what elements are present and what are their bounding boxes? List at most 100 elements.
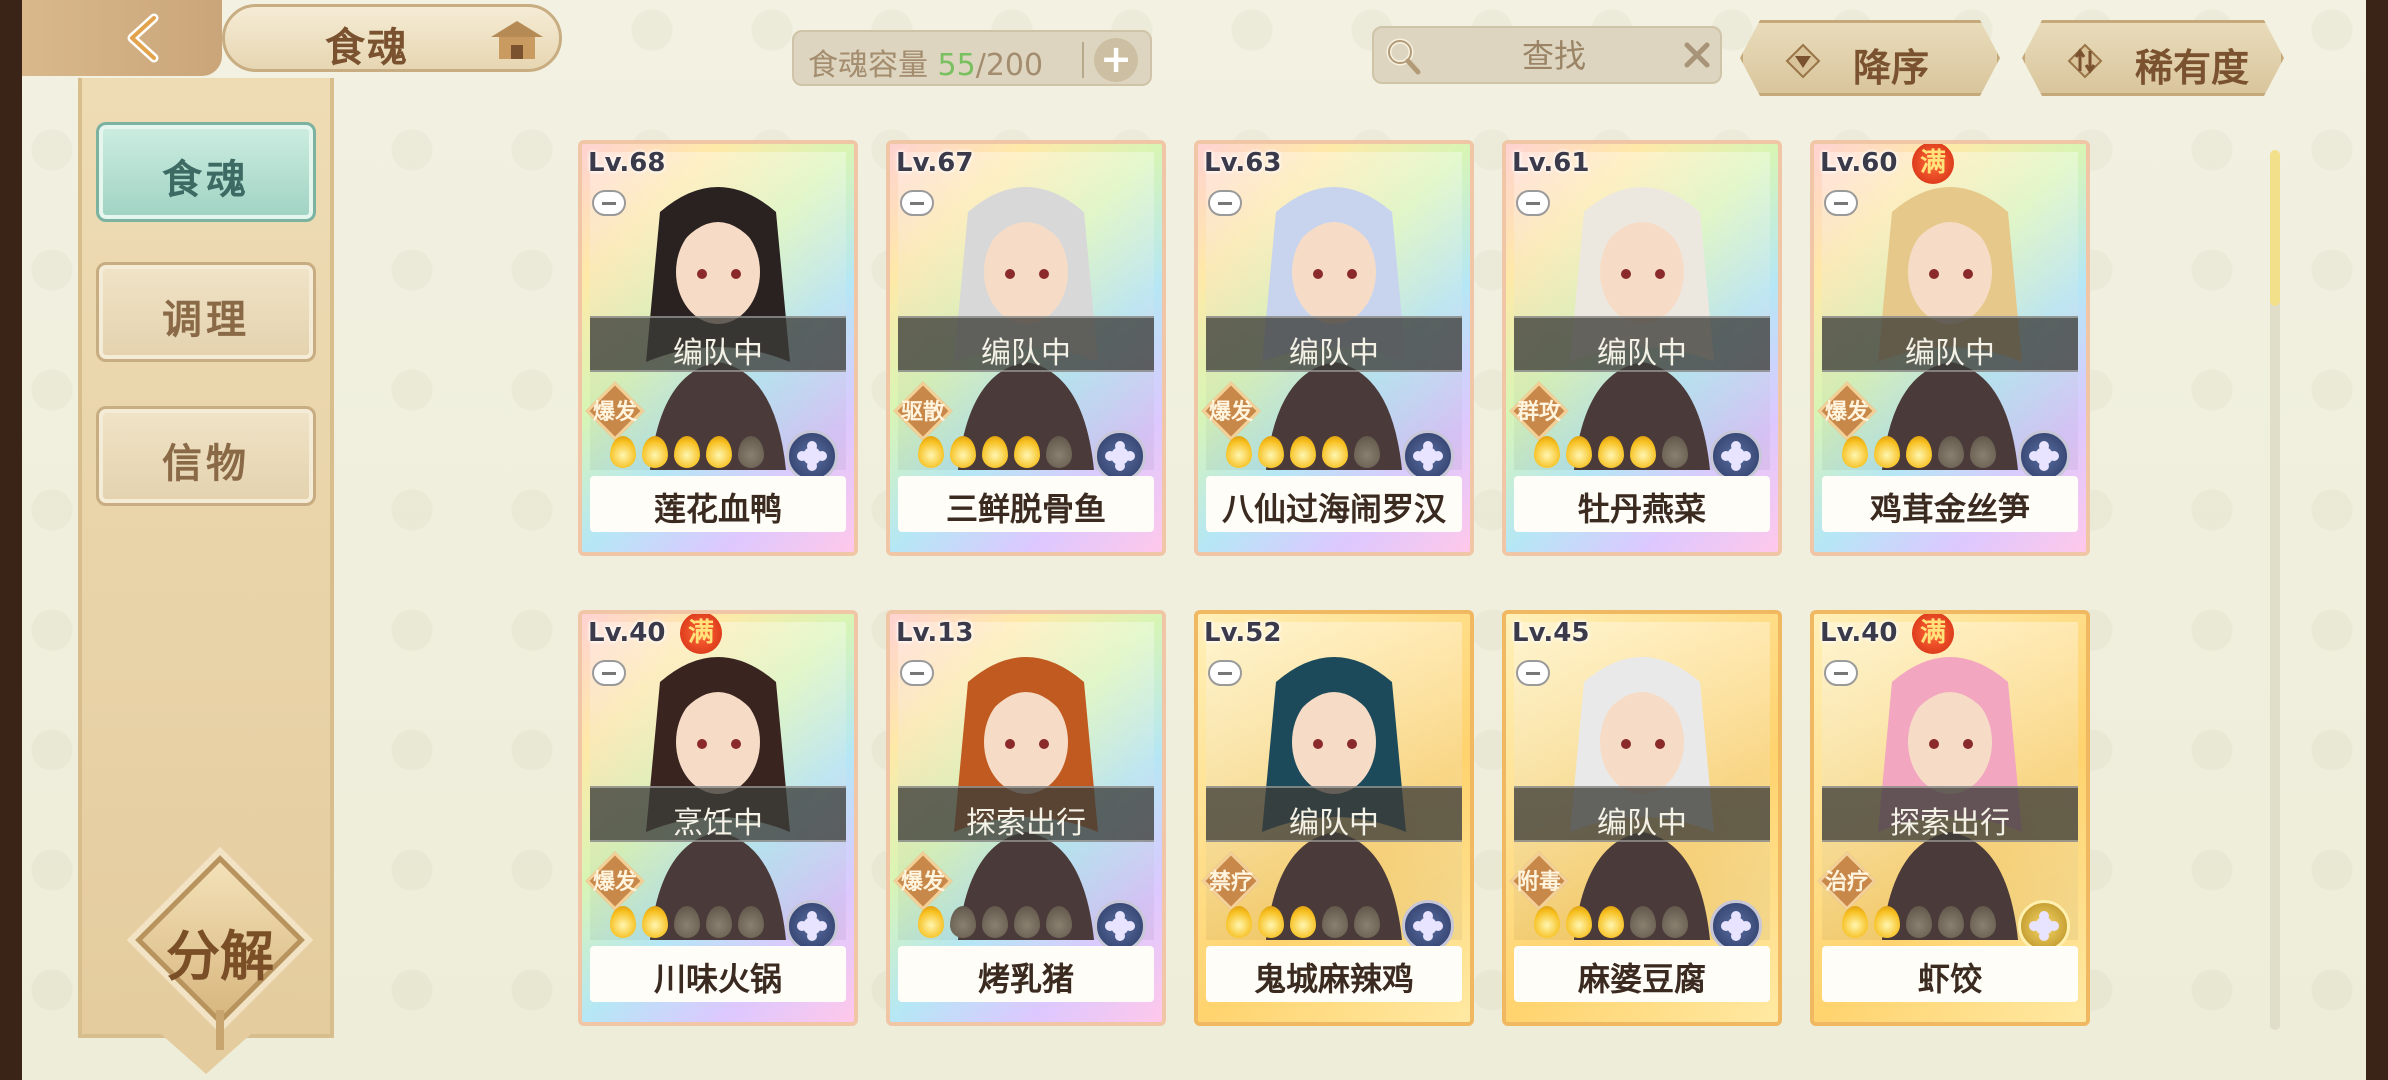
title-tab: 食魂 xyxy=(222,4,562,72)
food-soul-card[interactable]: Lv.60 满编队中 爆发 鸡茸金丝笋 xyxy=(1810,140,2090,556)
decompose-label: 分解 xyxy=(166,924,274,988)
status-text: 编队中 xyxy=(981,336,1071,371)
flame-star-icon xyxy=(982,436,1008,468)
minus-icon xyxy=(1516,660,1550,686)
status-text: 探索出行 xyxy=(966,806,1086,841)
role-badge: 群攻 xyxy=(1508,380,1570,442)
role-label: 爆发 xyxy=(1208,400,1253,425)
sort-rarity-label: 稀有度 xyxy=(2135,45,2250,90)
status-text: 编队中 xyxy=(1289,336,1379,371)
capacity-divider xyxy=(1082,42,1084,78)
flame-star-icon xyxy=(1014,436,1040,468)
sort-order-label: 降序 xyxy=(1853,45,1930,90)
capacity-add-button[interactable]: + xyxy=(1094,38,1138,82)
flame-star-icon xyxy=(1938,436,1964,468)
food-soul-card[interactable]: Lv.67 编队中 驱散 三鲜脱骨鱼 xyxy=(886,140,1166,556)
role-label: 爆发 xyxy=(592,870,637,895)
flame-star-icon xyxy=(674,906,700,938)
flame-star-icon xyxy=(642,436,668,468)
role-label: 驱散 xyxy=(900,400,945,425)
tab-tokens[interactable]: 信物 xyxy=(96,406,316,506)
food-soul-name: 烤乳猪 xyxy=(977,960,1074,998)
house-icon[interactable] xyxy=(487,15,547,65)
flame-star-icon xyxy=(1906,906,1932,938)
tab-label: 调理 xyxy=(162,296,250,343)
flame-star-icon xyxy=(1014,906,1040,938)
status-band: 编队中 xyxy=(1206,786,1462,842)
sort-rarity-button[interactable]: 稀有度 xyxy=(2022,20,2284,96)
status-band: 探索出行 xyxy=(898,786,1154,842)
food-soul-name: 麻婆豆腐 xyxy=(1577,960,1706,998)
minus-icon xyxy=(592,190,626,216)
flame-star-icon xyxy=(610,906,636,938)
full-badge: 满 xyxy=(680,614,722,654)
flame-star-icon xyxy=(1226,436,1252,468)
flame-star-icon xyxy=(1354,906,1380,938)
level-label: Lv.61 xyxy=(1512,148,1590,178)
element-icon xyxy=(1402,430,1454,482)
tab-food-souls[interactable]: 食魂 xyxy=(96,122,316,222)
capacity-max: /200 xyxy=(975,48,1044,83)
back-button[interactable] xyxy=(22,0,222,76)
scroll-thumb[interactable] xyxy=(2270,150,2280,306)
name-plate: 川味火锅 xyxy=(590,946,846,1002)
minus-icon xyxy=(592,660,626,686)
flame-star-icon xyxy=(918,906,944,938)
flame-star-icon xyxy=(1046,436,1072,468)
status-text: 编队中 xyxy=(1597,336,1687,371)
element-icon xyxy=(786,900,838,952)
flame-star-icon xyxy=(1938,906,1964,938)
role-badge: 爆发 xyxy=(1200,380,1262,442)
status-band: 探索出行 xyxy=(1822,786,2078,842)
role-badge: 附毒 xyxy=(1508,850,1570,912)
scrollbar[interactable] xyxy=(2270,150,2280,1030)
role-badge: 治疗 xyxy=(1816,850,1878,912)
flame-star-icon xyxy=(1598,906,1624,938)
top-bar: 食魂 xyxy=(22,0,582,76)
food-soul-card[interactable]: Lv.61 编队中 群攻 牡丹燕菜 xyxy=(1502,140,1782,556)
food-soul-name: 八仙过海闹罗汉 xyxy=(1221,490,1446,528)
search-input[interactable] xyxy=(1434,34,1674,78)
level-label: Lv.40 xyxy=(588,618,666,648)
level-label: Lv.67 xyxy=(896,148,974,178)
food-soul-card[interactable]: Lv.68 编队中 爆发 莲花血鸭 xyxy=(578,140,858,556)
close-icon[interactable] xyxy=(1678,36,1716,74)
food-soul-card[interactable]: Lv.40 满探索出行 治疗 虾饺 xyxy=(1810,610,2090,1026)
flame-star-icon xyxy=(1598,436,1624,468)
flame-star-icon xyxy=(1662,436,1688,468)
flame-star-icon xyxy=(1630,906,1656,938)
status-text: 编队中 xyxy=(673,336,763,371)
role-badge: 爆发 xyxy=(584,850,646,912)
food-soul-card[interactable]: Lv.13 探索出行 爆发 烤乳猪 xyxy=(886,610,1166,1026)
flame-star-icon xyxy=(1874,906,1900,938)
flame-star-icon xyxy=(1970,906,1996,938)
flame-star-icon xyxy=(1534,906,1560,938)
food-soul-card[interactable]: Lv.63 编队中 爆发 八仙过海闹罗汉 xyxy=(1194,140,1474,556)
name-plate: 八仙过海闹罗汉 xyxy=(1206,476,1462,532)
flame-star-icon xyxy=(706,906,732,938)
status-band: 编队中 xyxy=(590,316,846,372)
flame-star-icon xyxy=(1970,436,1996,468)
food-soul-name: 莲花血鸭 xyxy=(653,490,782,528)
capacity-counter: 食魂容量 55/200 + xyxy=(792,30,1152,86)
minus-icon xyxy=(1824,660,1858,686)
decompose-button[interactable]: 分解 xyxy=(135,855,305,1050)
food-soul-card[interactable]: Lv.40 满烹饪中 爆发 川味火锅 xyxy=(578,610,858,1026)
page-title: 食魂 xyxy=(325,24,409,71)
name-plate: 莲花血鸭 xyxy=(590,476,846,532)
status-text: 编队中 xyxy=(1289,806,1379,841)
flame-star-icon xyxy=(1258,906,1284,938)
tab-conditioning[interactable]: 调理 xyxy=(96,262,316,362)
flame-star-icon xyxy=(1566,436,1592,468)
food-soul-card[interactable]: Lv.45 编队中 附毒 麻婆豆腐 xyxy=(1502,610,1782,1026)
food-soul-name: 鬼城麻辣鸡 xyxy=(1253,960,1414,998)
element-icon xyxy=(2018,430,2070,482)
role-badge: 爆发 xyxy=(1816,380,1878,442)
role-badge: 驱散 xyxy=(892,380,954,442)
flame-star-icon xyxy=(738,906,764,938)
food-soul-card[interactable]: Lv.52 编队中 禁疗 鬼城麻辣鸡 xyxy=(1194,610,1474,1026)
status-text: 编队中 xyxy=(1905,336,1995,371)
minus-icon xyxy=(1516,190,1550,216)
sort-order-button[interactable]: 降序 xyxy=(1740,20,2000,96)
flame-star-icon xyxy=(1290,436,1316,468)
